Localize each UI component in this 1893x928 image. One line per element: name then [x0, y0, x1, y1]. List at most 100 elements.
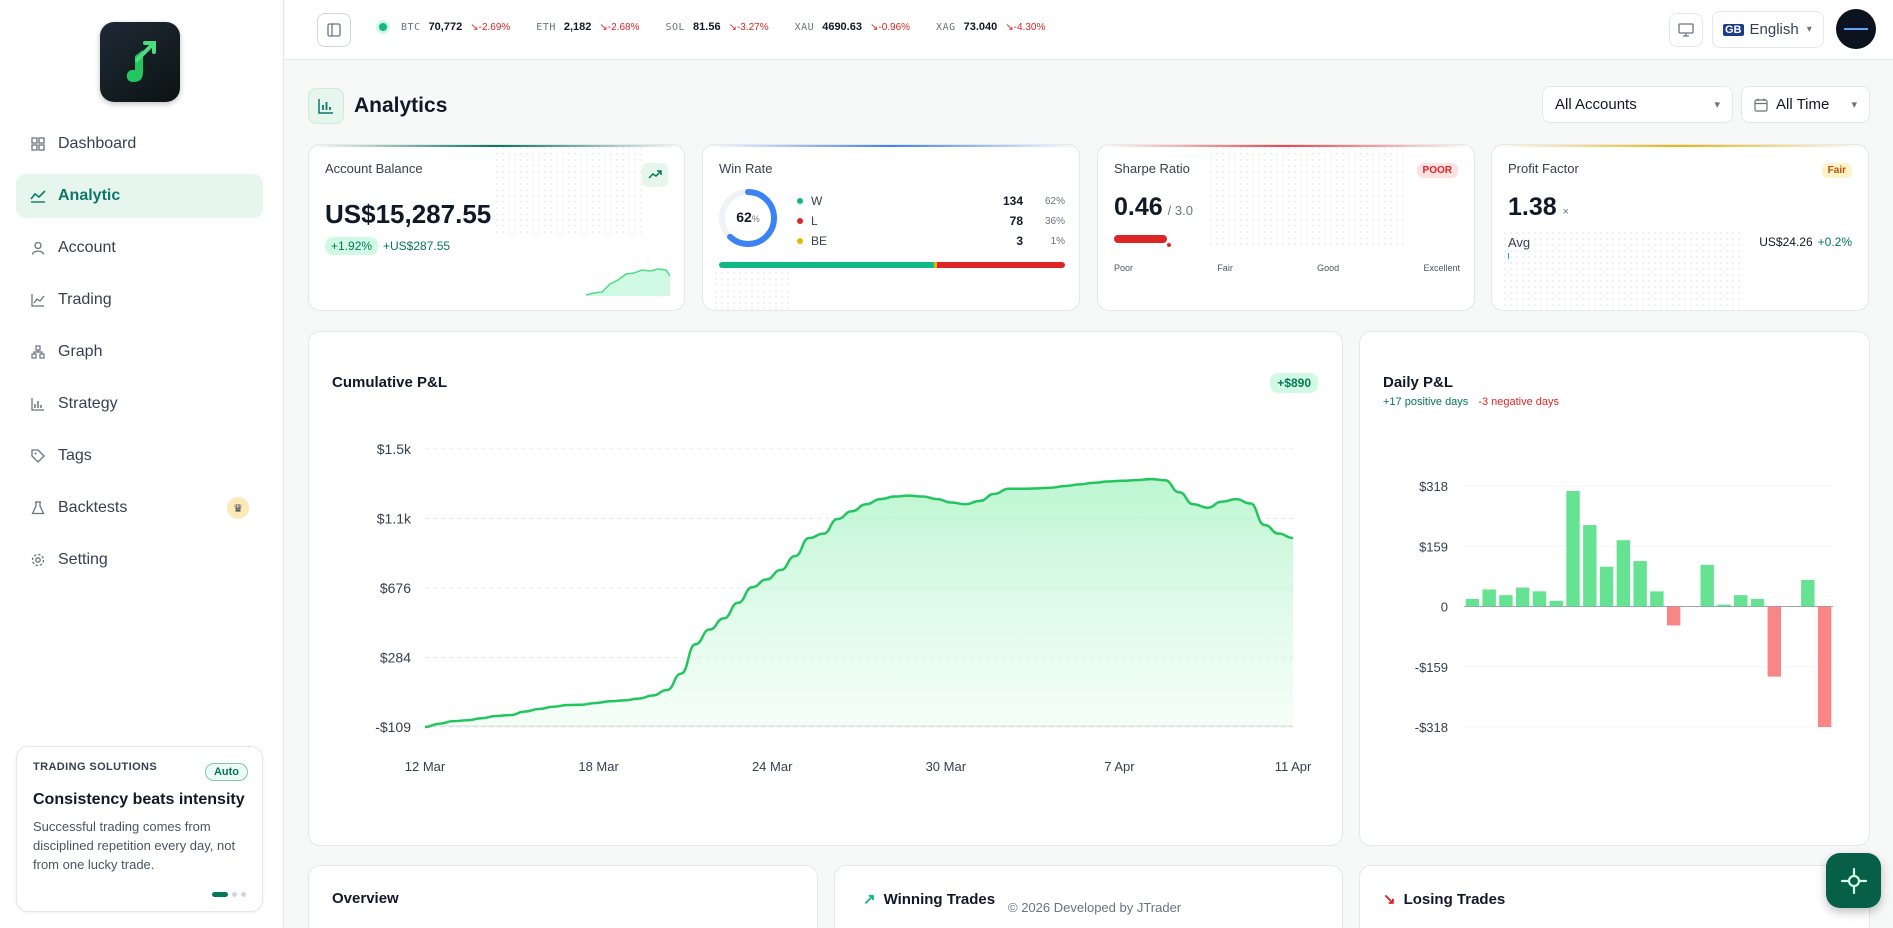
sharpe-marker-icon	[1166, 243, 1171, 247]
assistant-button[interactable]	[1826, 853, 1881, 908]
losing-trades-card: ↘ Losing Trades	[1359, 865, 1870, 928]
nav-item-tags[interactable]: Tags	[16, 434, 263, 478]
flask-icon	[30, 500, 46, 516]
profit-factor-value-row: 1.38 ×	[1508, 193, 1569, 222]
carousel-dot[interactable]	[232, 892, 237, 897]
bar-positive[interactable]	[1633, 561, 1647, 607]
win-segment	[719, 262, 934, 268]
nav-item-setting[interactable]: Setting	[16, 538, 263, 582]
display-mode-button[interactable]	[1669, 13, 1703, 47]
bar-positive[interactable]	[1465, 598, 1480, 607]
carousel-dot[interactable]	[212, 892, 228, 897]
bar-negative[interactable]	[1666, 606, 1681, 626]
nav-item-account[interactable]: Account	[16, 226, 263, 270]
bar-positive[interactable]	[1499, 595, 1513, 607]
bar-chart-icon	[308, 88, 344, 124]
scale-label: Poor	[1114, 263, 1134, 273]
y-tick-label: $1.1k	[377, 511, 412, 527]
ticker-price: 4690.63	[822, 21, 862, 33]
legend-tag: L	[811, 214, 818, 228]
ticker-item: XAG 73.040 ↘ -4.30%	[936, 21, 1045, 33]
ticker-change: -2.68%	[607, 21, 640, 33]
legend-tag: BE	[811, 234, 828, 248]
y-tick-label: $159	[1419, 539, 1448, 554]
kpi-label: Win Rate	[719, 161, 773, 176]
ticker-change: -2.69%	[478, 21, 511, 33]
nav-item-backtests[interactable]: Backtests ♛	[16, 486, 263, 530]
legend-count: 134	[1002, 194, 1023, 208]
scale-label: Excellent	[1423, 263, 1460, 273]
win-rate-pct-sign: %	[751, 214, 760, 224]
y-tick-label: $676	[380, 580, 411, 596]
trend-down-icon: ↘	[470, 21, 479, 33]
bar-positive[interactable]	[1566, 490, 1580, 607]
y-tick-label: -$109	[375, 719, 411, 735]
balance-sparkline	[586, 268, 670, 296]
nav-item-dashboard[interactable]: Dashboard	[16, 122, 263, 166]
x-tick-label: 7 Apr	[1104, 759, 1135, 774]
losing-title: Losing Trades	[1403, 890, 1506, 908]
avg-value: US$24.26	[1759, 235, 1813, 249]
promo-badge: Auto	[204, 763, 248, 781]
nav-item-graph[interactable]: Graph	[16, 330, 263, 374]
nav-item-strategy[interactable]: Strategy	[16, 382, 263, 426]
bar-positive[interactable]	[1532, 591, 1547, 607]
promo-title: Consistency beats intensity	[33, 791, 245, 808]
sharpe-value-row: 0.46 / 3.0	[1114, 193, 1193, 222]
bar-positive[interactable]	[1515, 587, 1530, 607]
carousel-dots[interactable]	[212, 892, 246, 897]
user-avatar[interactable]	[1836, 9, 1876, 49]
bar-positive[interactable]	[1549, 600, 1563, 607]
ticker-symbol: ETH	[536, 21, 556, 33]
sidebar-toggle-button[interactable]	[317, 13, 351, 47]
ticker-price: 81.56	[693, 21, 721, 33]
sidebar-toggle-icon	[327, 23, 341, 37]
chevron-down-icon: ▾	[1806, 24, 1812, 35]
calendar-icon	[1754, 98, 1768, 112]
x-tick-label: 12 Mar	[405, 759, 446, 774]
ticker-symbol: SOL	[665, 21, 686, 33]
x-tick-label: 11 Apr	[1275, 759, 1312, 774]
carousel-dot[interactable]	[241, 892, 246, 897]
legend-row-loss: L 78 36%	[797, 211, 1065, 231]
ticker-price: 2,182	[563, 21, 592, 33]
trend-up-icon	[642, 163, 668, 187]
ticker-symbol: BTC	[401, 21, 421, 33]
nav-item-trading[interactable]: Trading	[16, 278, 263, 322]
trend-down-icon: ↘	[1005, 21, 1014, 33]
y-tick-label: $1.5k	[377, 441, 412, 457]
legend-tag: W	[811, 194, 823, 208]
bar-negative[interactable]	[1817, 606, 1832, 728]
bar-positive[interactable]	[1750, 598, 1765, 607]
bar-positive[interactable]	[1650, 591, 1664, 607]
bar-positive[interactable]	[1616, 540, 1631, 607]
bar-positive[interactable]	[1482, 589, 1496, 607]
time-filter-select[interactable]: All Time ▾	[1741, 86, 1870, 123]
nav-label: Trading	[58, 291, 112, 308]
sharpe-badge: POOR	[1416, 163, 1458, 178]
nav-item-analytic[interactable]: Analytic	[16, 174, 263, 218]
bar-positive[interactable]	[1599, 566, 1614, 607]
account-filter-select[interactable]: All Accounts ▾	[1542, 86, 1733, 123]
language-select[interactable]: GB English ▾	[1712, 11, 1824, 48]
uk-flag-icon: GB	[1723, 23, 1744, 36]
sharpe-gauge-fill	[1114, 235, 1167, 243]
bar-positive[interactable]	[1583, 525, 1597, 607]
legend-pct: 62%	[1044, 195, 1065, 207]
trend-down-icon: ↘	[1383, 891, 1396, 908]
bar-positive[interactable]	[1700, 564, 1714, 607]
crown-icon: ♛	[227, 497, 249, 519]
daily-pnl-card: Daily P&L +17 positive days -3 negative …	[1359, 331, 1870, 846]
nav-label: Strategy	[58, 395, 118, 412]
app-logo[interactable]	[100, 22, 180, 102]
bar-positive[interactable]	[1801, 579, 1815, 607]
nav-label: Account	[58, 239, 116, 256]
kpi-sharpe-ratio: Sharpe Ratio POOR 0.46 / 3.0 Poor Fair G…	[1097, 144, 1475, 311]
grid-icon	[30, 136, 46, 152]
bar-positive[interactable]	[1717, 604, 1731, 607]
y-tick-label: 0	[1441, 600, 1448, 615]
nav-label: Setting	[58, 551, 108, 568]
bar-positive[interactable]	[1734, 595, 1748, 607]
line-chart-icon	[30, 292, 46, 308]
bar-negative[interactable]	[1767, 606, 1782, 677]
